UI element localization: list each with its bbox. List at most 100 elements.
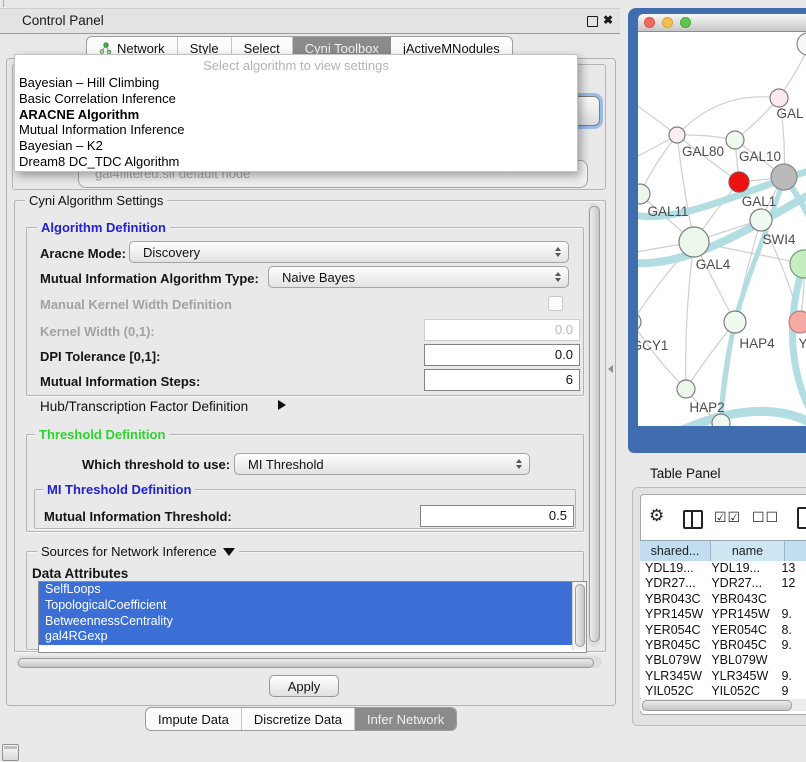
- table-cell: 9.: [777, 607, 806, 622]
- table-rows: YDL19...YDL19...13YDR27...YDR27...12YBR0…: [640, 561, 806, 698]
- combo-value: Discovery: [143, 245, 200, 260]
- sources-title: Sources for Network Inference: [41, 544, 217, 559]
- list-vscrollbar[interactable]: [572, 582, 586, 650]
- column-header-shared-name[interactable]: shared...: [640, 541, 711, 561]
- node-label: HAP2: [689, 400, 724, 415]
- network-canvas[interactable]: GALGAL80GAL10GAL1GAL11SWI4GAL4GCY1HAP4YH…: [638, 32, 806, 426]
- table-doc-icon[interactable]: [797, 507, 806, 529]
- hub-definition-label[interactable]: Hub/Transcription Factor Definition: [40, 399, 248, 414]
- node-bottom-node[interactable]: [712, 414, 730, 426]
- gear-icon[interactable]: ⚙: [649, 506, 664, 526]
- algorithm-option[interactable]: ARACNE Algorithm: [15, 107, 577, 123]
- data-attributes-label: Data Attributes: [32, 566, 128, 581]
- node-salmon-node[interactable]: [789, 311, 806, 333]
- table-hscrollbar-thumb[interactable]: [642, 700, 792, 711]
- table-row[interactable]: YPR145WYPR145W9.: [640, 607, 806, 622]
- data-attribute-item[interactable]: BetweennessCentrality: [39, 614, 573, 630]
- table-panel-title: Table Panel: [650, 466, 721, 481]
- mi-threshold-field[interactable]: 0.5: [420, 505, 574, 527]
- network-window-titlebar[interactable]: [638, 14, 806, 32]
- table-row[interactable]: YBL079WYBL079W: [640, 653, 806, 668]
- node-GAL10[interactable]: [726, 131, 744, 149]
- panel-restore-icon[interactable]: [2, 744, 19, 761]
- tab-discretize-data[interactable]: Discretize Data: [242, 708, 355, 730]
- table-row[interactable]: YBR043CYBR043C: [640, 592, 806, 607]
- tab-infer-network[interactable]: Infer Network: [355, 708, 456, 730]
- node-GAL4[interactable]: [679, 227, 709, 257]
- node-gray-node[interactable]: [771, 164, 797, 190]
- unchecked-boxes-icon[interactable]: ☐☐: [752, 509, 779, 526]
- table-row[interactable]: YDL19...YDL19...13: [640, 561, 806, 576]
- expand-arrow-icon[interactable]: [223, 548, 235, 556]
- node-top-partial[interactable]: [797, 33, 806, 55]
- manual-kernel-width-label: Manual Kernel Width Definition: [40, 297, 232, 312]
- mi-algorithm-type-combo[interactable]: Naive Bayes: [268, 266, 569, 288]
- table-row[interactable]: YER054CYER054C8.: [640, 623, 806, 638]
- which-threshold-combo[interactable]: MI Threshold: [234, 453, 530, 475]
- node-pink-top[interactable]: [770, 89, 788, 107]
- table-cell: YDR27...: [707, 576, 777, 591]
- algorithm-option[interactable]: Mutual Information Inference: [15, 122, 577, 138]
- checked-boxes-icon[interactable]: ☑☑: [714, 509, 741, 526]
- algorithm-option[interactable]: Dream8 DC_TDC Algorithm: [15, 154, 577, 170]
- window-minimize-icon[interactable]: [662, 17, 673, 28]
- group-title: Threshold Definition: [35, 427, 169, 442]
- mi-steps-field[interactable]: 6: [424, 369, 580, 391]
- apply-button[interactable]: Apply: [269, 675, 339, 697]
- table-cell: [777, 592, 806, 607]
- node-GAL1[interactable]: [729, 172, 749, 192]
- node-big-green[interactable]: [790, 250, 806, 278]
- close-icon[interactable]: ✖: [603, 13, 613, 27]
- settings-hscrollbar-thumb[interactable]: [18, 658, 594, 668]
- data-attribute-item[interactable]: gal4RGexp: [39, 629, 573, 645]
- list-vscrollbar-thumb[interactable]: [575, 584, 585, 647]
- node-GAL80[interactable]: [669, 127, 685, 143]
- algorithm-option-list: Bayesian – Hill ClimbingBasic Correlatio…: [15, 75, 577, 170]
- table-cell: 9.: [777, 669, 806, 684]
- node-HAP4[interactable]: [724, 311, 746, 333]
- window-chrome-notch: [3, 0, 4, 7]
- edge[interactable]: [686, 242, 694, 389]
- node-SWI4[interactable]: [750, 209, 772, 231]
- aracne-mode-combo[interactable]: Discovery: [129, 241, 569, 263]
- table-cell: YER054C: [640, 623, 707, 638]
- data-attributes-list[interactable]: SelfLoopsTopologicalCoefficientBetweenne…: [38, 581, 587, 653]
- table-cell: YBR045C: [707, 638, 777, 653]
- dpi-tolerance-field[interactable]: 0.0: [424, 344, 580, 366]
- table-cell: YBL079W: [707, 653, 777, 668]
- window-close-icon[interactable]: [644, 17, 655, 28]
- table-row[interactable]: YLR345WYLR345W9.: [640, 669, 806, 684]
- table-row[interactable]: YBR045CYBR045C9.: [640, 638, 806, 653]
- network-graph[interactable]: GALGAL80GAL10GAL1GAL11SWI4GAL4GCY1HAP4YH…: [638, 32, 806, 426]
- column-header-name[interactable]: name: [711, 541, 785, 561]
- kernel-width-field[interactable]: 0.0: [424, 319, 580, 341]
- data-attribute-item[interactable]: SelfLoops: [39, 582, 573, 598]
- float-icon[interactable]: [587, 16, 598, 27]
- group-title: Sources for Network Inference: [37, 544, 239, 559]
- algorithm-option[interactable]: Bayesian – K2: [15, 138, 577, 154]
- node-HAP2[interactable]: [677, 380, 695, 398]
- manual-kernel-width-checkbox[interactable]: [548, 296, 563, 311]
- collapse-arrow-icon[interactable]: [278, 400, 286, 410]
- splitter-collapse-arrow[interactable]: [608, 365, 613, 373]
- algorithm-option[interactable]: Bayesian – Hill Climbing: [15, 75, 577, 91]
- tab-label: Infer Network: [367, 712, 444, 727]
- node-label: GAL: [776, 106, 804, 121]
- algorithm-option[interactable]: Basic Correlation Inference: [15, 91, 577, 107]
- mi-threshold-label: Mutual Information Threshold:: [44, 509, 232, 524]
- column-header-partial[interactable]: [785, 541, 806, 561]
- table-cell: YBR043C: [640, 592, 707, 607]
- node-GCY1[interactable]: [638, 313, 641, 331]
- edge[interactable]: [677, 97, 779, 135]
- tab-impute-data[interactable]: Impute Data: [146, 708, 242, 730]
- edge[interactable]: [638, 322, 686, 389]
- settings-vscrollbar-thumb[interactable]: [589, 206, 600, 642]
- table-cell: YDR27...: [640, 576, 707, 591]
- data-attribute-item[interactable]: TopologicalCoefficient: [39, 598, 573, 614]
- group-title: MI Threshold Definition: [43, 482, 195, 497]
- table-row[interactable]: YDR27...YDR27...12: [640, 576, 806, 591]
- window-zoom-icon[interactable]: [680, 17, 691, 28]
- table-row[interactable]: YIL052CYIL052C9: [640, 684, 806, 698]
- combo-value: Naive Bayes: [282, 270, 355, 285]
- split-view-icon[interactable]: [683, 510, 703, 529]
